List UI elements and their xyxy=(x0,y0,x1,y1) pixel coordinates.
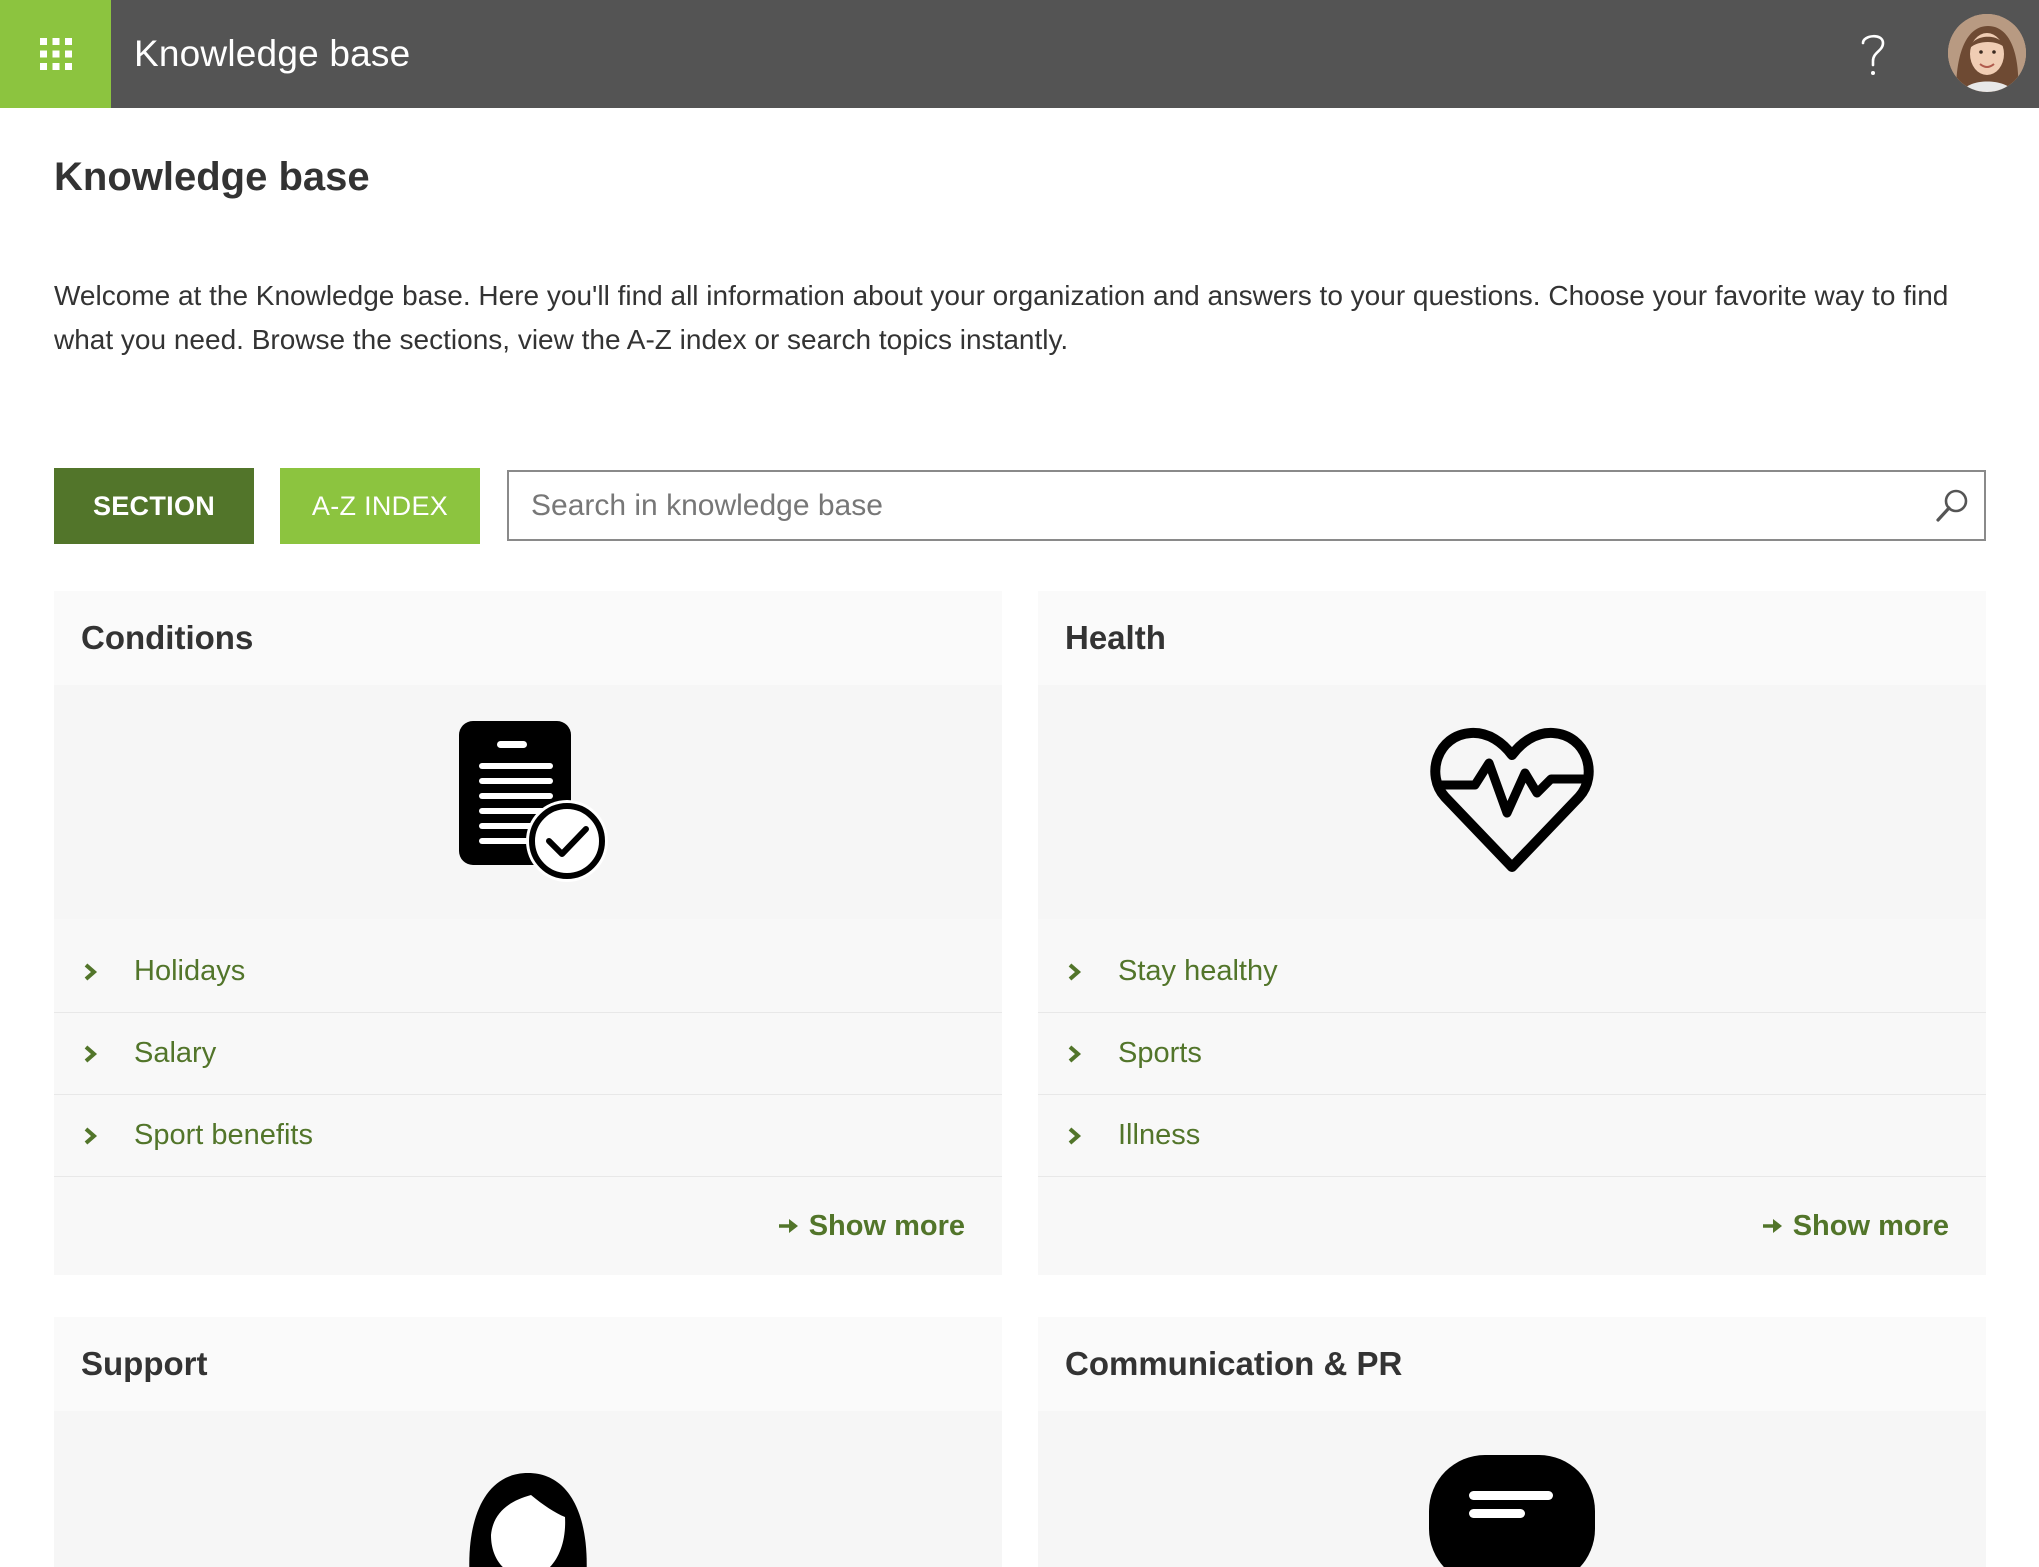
section-card-conditions: Conditions Holidays Salary Sport benefit… xyxy=(54,591,1002,1275)
chevron-right-icon xyxy=(1068,1044,1082,1063)
show-more-link[interactable]: Show more xyxy=(1761,1210,1949,1243)
top-bar: Knowledge base xyxy=(0,0,2039,108)
link-label: Holidays xyxy=(134,955,246,987)
search-button[interactable] xyxy=(1932,486,1972,526)
user-avatar[interactable] xyxy=(1948,14,2026,92)
heart-pulse-icon xyxy=(1430,727,1594,872)
section-title: Support xyxy=(54,1317,1002,1411)
section-links: Stay healthy Sports Illness xyxy=(1038,919,1986,1177)
link-label: Sport benefits xyxy=(134,1119,313,1151)
section-title: Conditions xyxy=(54,591,1002,685)
help-icon xyxy=(1861,34,1885,75)
show-more-label: Show more xyxy=(808,1209,965,1242)
section-card-communication: Communication & PR xyxy=(1038,1317,1986,1567)
app-title: Knowledge base xyxy=(134,33,411,74)
section-card-health: Health Stay healthy Sports Illness Show … xyxy=(1038,591,1986,1275)
link-label: Sports xyxy=(1118,1037,1202,1069)
search-input[interactable] xyxy=(509,472,1909,539)
chevron-right-icon xyxy=(84,962,98,981)
arrow-right-icon xyxy=(1762,1219,1782,1233)
support-agent-icon xyxy=(469,1473,587,1567)
help-button[interactable] xyxy=(1853,20,1893,88)
chevron-right-icon xyxy=(1068,1126,1082,1145)
chevron-right-icon xyxy=(84,1044,98,1063)
section-tab-button[interactable]: SECTION xyxy=(54,468,254,544)
show-more-link[interactable]: Show more xyxy=(777,1210,965,1243)
section-image[interactable] xyxy=(1038,1411,1986,1567)
document-check-icon xyxy=(459,721,608,882)
page-title: Knowledge base xyxy=(54,155,370,199)
show-more-label: Show more xyxy=(1792,1209,1949,1242)
waffle-icon xyxy=(39,38,72,70)
search-box xyxy=(507,470,1986,541)
section-title: Communication & PR xyxy=(1038,1317,1986,1411)
section-image[interactable] xyxy=(54,685,1002,919)
chevron-right-icon xyxy=(84,1126,98,1145)
list-item[interactable]: Holidays xyxy=(54,931,1002,1013)
list-item[interactable]: Illness xyxy=(1038,1095,1986,1177)
section-links: Holidays Salary Sport benefits xyxy=(54,919,1002,1177)
section-image[interactable] xyxy=(54,1411,1002,1567)
list-item[interactable]: Stay healthy xyxy=(1038,931,1986,1013)
link-label: Stay healthy xyxy=(1118,955,1278,987)
link-label: Illness xyxy=(1118,1119,1201,1151)
search-icon xyxy=(1936,489,1968,522)
avatar-photo xyxy=(1948,14,2026,92)
section-title: Health xyxy=(1038,591,1986,685)
list-item[interactable]: Salary xyxy=(54,1013,1002,1095)
section-image[interactable] xyxy=(1038,685,1986,919)
show-more-row: Show more xyxy=(1038,1177,1986,1275)
chevron-right-icon xyxy=(1068,962,1082,981)
show-more-row: Show more xyxy=(54,1177,1002,1275)
list-item[interactable]: Sport benefits xyxy=(54,1095,1002,1177)
chat-bubble-icon xyxy=(1429,1455,1595,1567)
link-label: Salary xyxy=(134,1037,217,1069)
arrow-right-icon xyxy=(778,1219,798,1233)
intro-text: Welcome at the Knowledge base. Here you'… xyxy=(54,280,1949,355)
app-launcher-button[interactable] xyxy=(0,0,111,108)
section-card-support: Support xyxy=(54,1317,1002,1567)
list-item[interactable]: Sports xyxy=(1038,1013,1986,1095)
az-index-tab-button[interactable]: A-Z INDEX xyxy=(280,468,480,544)
